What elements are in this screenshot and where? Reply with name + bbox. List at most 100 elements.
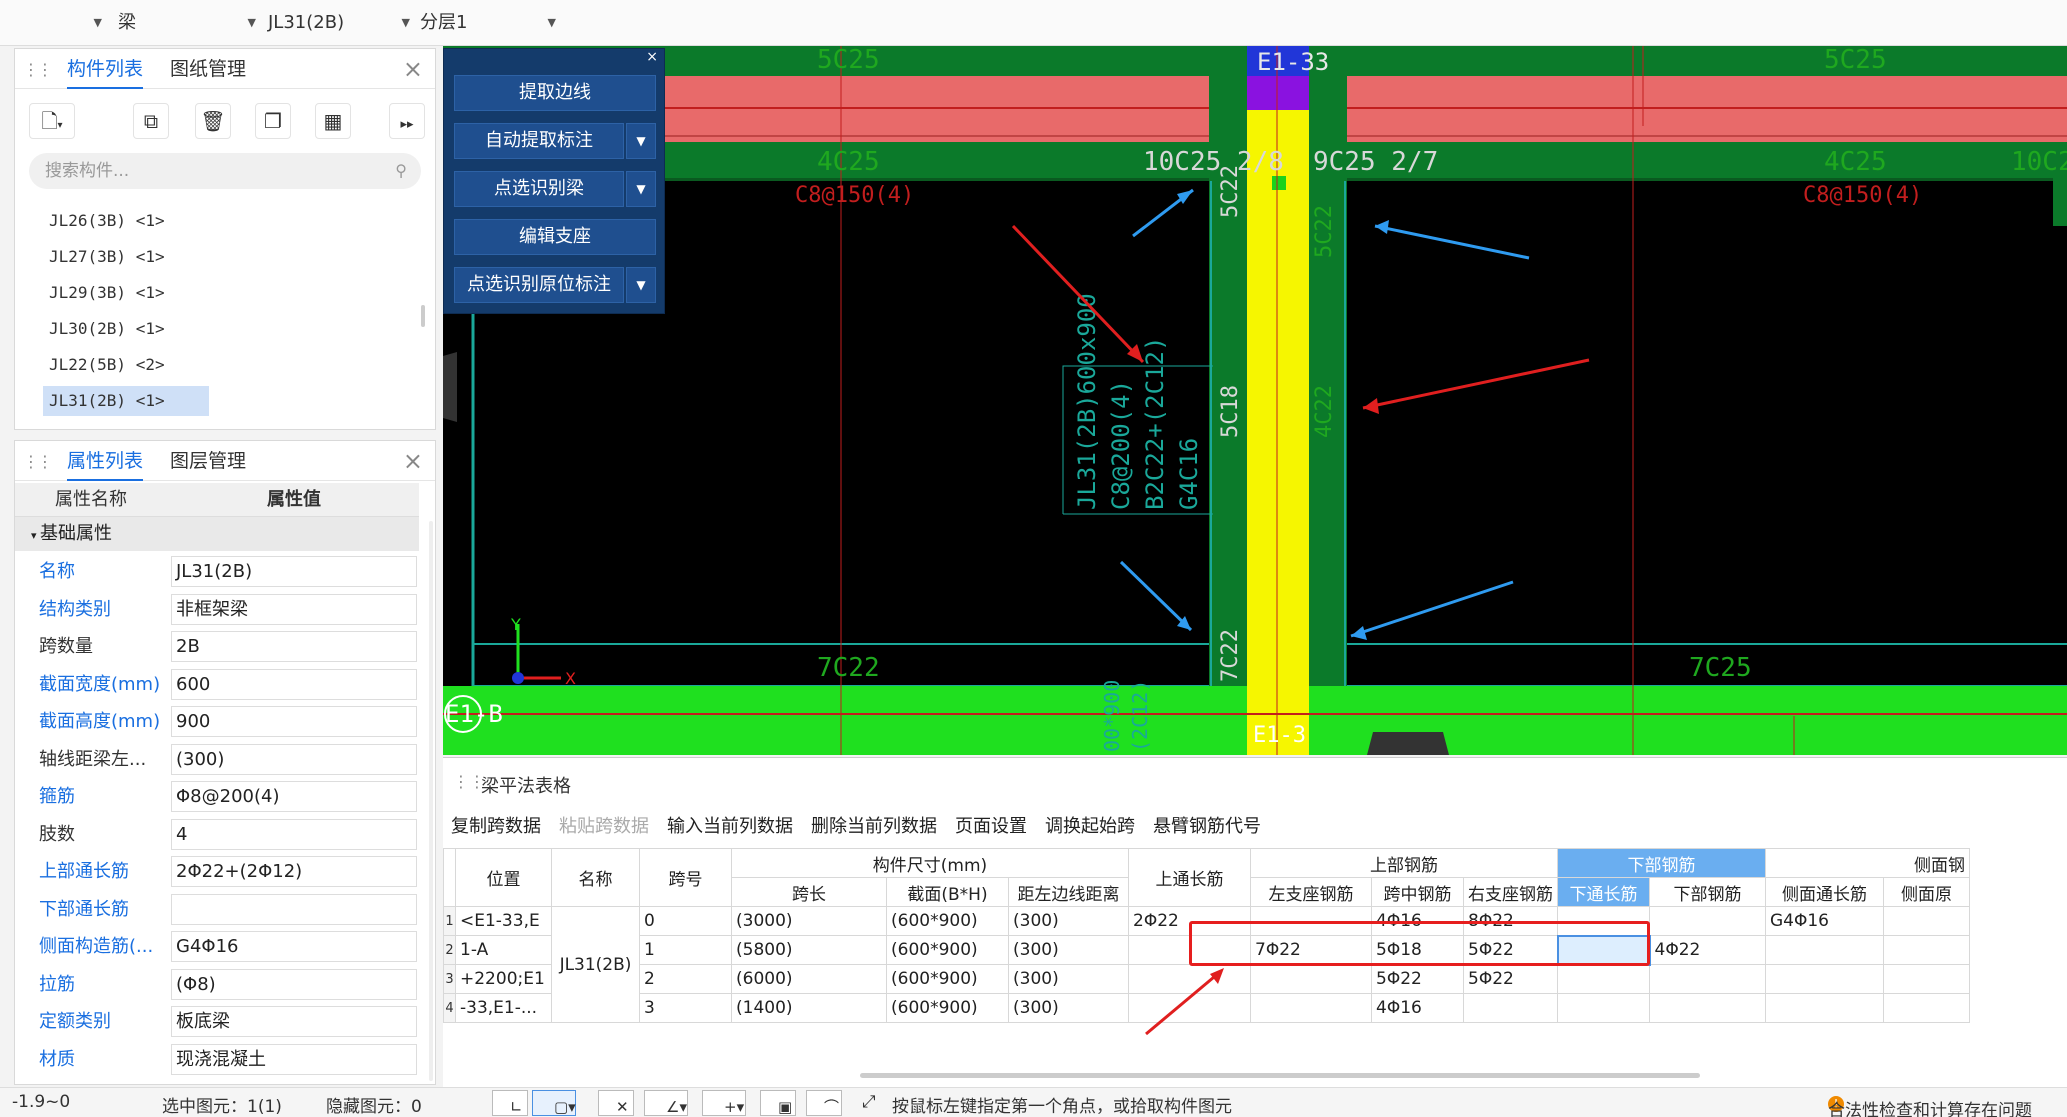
- cell-span-no[interactable]: 2: [639, 964, 732, 994]
- auto-extract-label-button[interactable]: 自动提取标注: [454, 123, 624, 159]
- list-item-selected[interactable]: JL31(2B) <1>: [43, 386, 209, 416]
- cell-position[interactable]: <E1-33,E: [455, 906, 552, 936]
- cell-bot-long[interactable]: [1556, 934, 1651, 966]
- property-value-field[interactable]: 4: [171, 818, 417, 850]
- cell-section[interactable]: (600*900): [886, 993, 1009, 1023]
- cell-len[interactable]: (6000): [731, 964, 887, 994]
- element-type-selector[interactable]: 梁 ▼: [118, 8, 260, 38]
- drag-handle-icon[interactable]: ⋮⋮: [23, 60, 53, 79]
- left-collapse-tab[interactable]: [443, 352, 457, 422]
- cell-position[interactable]: -33,E1-...: [455, 993, 552, 1023]
- cell-mid[interactable]: 4Φ16: [1371, 993, 1464, 1023]
- cell-span-no[interactable]: 0: [639, 906, 732, 936]
- property-scrollbar[interactable]: [429, 521, 433, 1081]
- cell-left[interactable]: [1250, 964, 1372, 994]
- extract-edge-button[interactable]: 提取边线: [454, 75, 656, 111]
- cell-mid[interactable]: 5Φ18: [1371, 935, 1464, 965]
- snap-box-button[interactable]: ▢▾: [532, 1090, 576, 1116]
- cell-bot[interactable]: [1649, 964, 1766, 994]
- row-number[interactable]: 3: [443, 964, 456, 994]
- cell-mid[interactable]: 5Φ22: [1371, 964, 1464, 994]
- layer-selector[interactable]: 分层1 ▼: [420, 8, 560, 38]
- copy-component-button[interactable]: ⧉: [133, 103, 169, 139]
- cell-left[interactable]: [1250, 993, 1372, 1023]
- cell-bot-long[interactable]: [1557, 964, 1650, 994]
- snap-layer-button[interactable]: ▣: [760, 1090, 796, 1116]
- drawing-canvas[interactable]: 5C25 5C25 4C25 10C25 2/8 9C25 2/7 4C25 1…: [443, 46, 2067, 755]
- cell-len[interactable]: (1400): [731, 993, 887, 1023]
- cell-mid[interactable]: 4Φ16: [1371, 906, 1464, 936]
- list-scrollbar[interactable]: [421, 305, 425, 327]
- list-item[interactable]: JL29(3B) <1>: [43, 278, 171, 308]
- tab-layer-management[interactable]: 图层管理: [170, 441, 246, 481]
- cell-right[interactable]: 8Φ22: [1463, 906, 1558, 936]
- cell-span-no[interactable]: 3: [639, 993, 732, 1023]
- cell-beam-name[interactable]: JL31(2B): [551, 906, 640, 1023]
- cell-left[interactable]: 7Φ22: [1250, 935, 1372, 965]
- cell-side-other[interactable]: [1883, 935, 1970, 965]
- input-column-data-button[interactable]: 输入当前列数据: [667, 812, 793, 838]
- snap-endpoint-button[interactable]: ∟: [492, 1090, 528, 1116]
- component-search-input[interactable]: 搜索构件... ⚲: [29, 153, 421, 189]
- grip-point[interactable]: [1272, 176, 1286, 190]
- cell-offset[interactable]: (300): [1008, 993, 1129, 1023]
- cell-top-long[interactable]: 2Φ22: [1128, 906, 1251, 936]
- property-value-field[interactable]: 600: [171, 668, 417, 700]
- snap-cross-button[interactable]: ✕: [598, 1090, 634, 1116]
- more-tools-button[interactable]: ▸▸: [389, 103, 425, 139]
- cell-bot[interactable]: [1649, 993, 1766, 1023]
- property-value-field[interactable]: [171, 893, 417, 925]
- close-icon[interactable]: ×: [403, 55, 423, 83]
- drag-handle-icon[interactable]: ⋮⋮: [23, 452, 53, 471]
- chevron-down-icon[interactable]: ▼: [626, 267, 656, 303]
- close-icon[interactable]: ×: [403, 447, 423, 475]
- table-hscrollbar[interactable]: [860, 1073, 1700, 1078]
- property-value-field[interactable]: 现浇混凝土: [171, 1043, 417, 1075]
- property-value-field[interactable]: JL31(2B): [171, 556, 417, 587]
- cell-offset[interactable]: (300): [1008, 935, 1129, 965]
- cell-side-other[interactable]: [1883, 993, 1970, 1023]
- col-bottom-long[interactable]: 下通长筋: [1557, 877, 1650, 907]
- property-value-field[interactable]: 板底梁: [171, 1006, 417, 1037]
- cell-section[interactable]: (600*900): [886, 964, 1009, 994]
- property-value-field[interactable]: (300): [171, 743, 417, 775]
- col-group-bottom[interactable]: 下部钢筋: [1557, 848, 1766, 878]
- snap-curve-button[interactable]: ⌒: [806, 1090, 842, 1116]
- cell-len[interactable]: (3000): [731, 906, 887, 936]
- sheet-settings-button[interactable]: ▦: [315, 103, 351, 139]
- cell-bot[interactable]: 4Φ22: [1649, 935, 1766, 965]
- cell-side-other[interactable]: [1883, 906, 1970, 936]
- property-value-field[interactable]: 900: [171, 706, 417, 737]
- cell-section[interactable]: (600*900): [886, 935, 1009, 965]
- cell-side-long[interactable]: [1765, 964, 1884, 994]
- cell-side-long[interactable]: [1765, 935, 1884, 965]
- property-value-field[interactable]: (Φ8): [171, 968, 417, 1000]
- delete-component-button[interactable]: 🗑: [195, 103, 231, 139]
- cell-position[interactable]: +2200;E1: [455, 964, 552, 994]
- new-component-button[interactable]: 🗋▾: [29, 103, 75, 139]
- cell-section[interactable]: (600*900): [886, 906, 1009, 936]
- cell-right[interactable]: 5Φ22: [1463, 964, 1558, 994]
- row-number[interactable]: 1: [443, 906, 456, 936]
- property-value-field[interactable]: Φ8@200(4): [171, 781, 417, 812]
- tab-property-list[interactable]: 属性列表: [67, 441, 144, 481]
- edit-support-button[interactable]: 编辑支座: [454, 219, 656, 255]
- cell-bot-long[interactable]: [1557, 906, 1650, 936]
- cell-len[interactable]: (5800): [731, 935, 887, 965]
- property-value-field[interactable]: 2Φ22+(2Φ12): [171, 856, 417, 887]
- copy-span-data-button[interactable]: 复制跨数据: [451, 812, 541, 838]
- row-number[interactable]: 4: [443, 993, 456, 1023]
- cell-offset[interactable]: (300): [1008, 964, 1129, 994]
- snap-angle-button[interactable]: ∠▾: [644, 1090, 688, 1116]
- cell-left[interactable]: [1250, 906, 1372, 936]
- duplicate-layer-button[interactable]: ❐: [255, 103, 291, 139]
- cell-offset[interactable]: (300): [1008, 906, 1129, 936]
- cell-side-long[interactable]: [1765, 993, 1884, 1023]
- list-item[interactable]: JL22(5B) <2>: [43, 350, 171, 380]
- chevron-down-icon[interactable]: ▼: [626, 171, 656, 207]
- cantilever-code-button[interactable]: 悬臂钢筋代号: [1153, 812, 1261, 838]
- chevron-down-icon[interactable]: ▼: [626, 123, 656, 159]
- paste-span-data-button[interactable]: 粘贴跨数据: [559, 812, 649, 838]
- cell-bot[interactable]: [1649, 906, 1766, 936]
- component-selector[interactable]: JL31(2B) ▼: [268, 8, 414, 38]
